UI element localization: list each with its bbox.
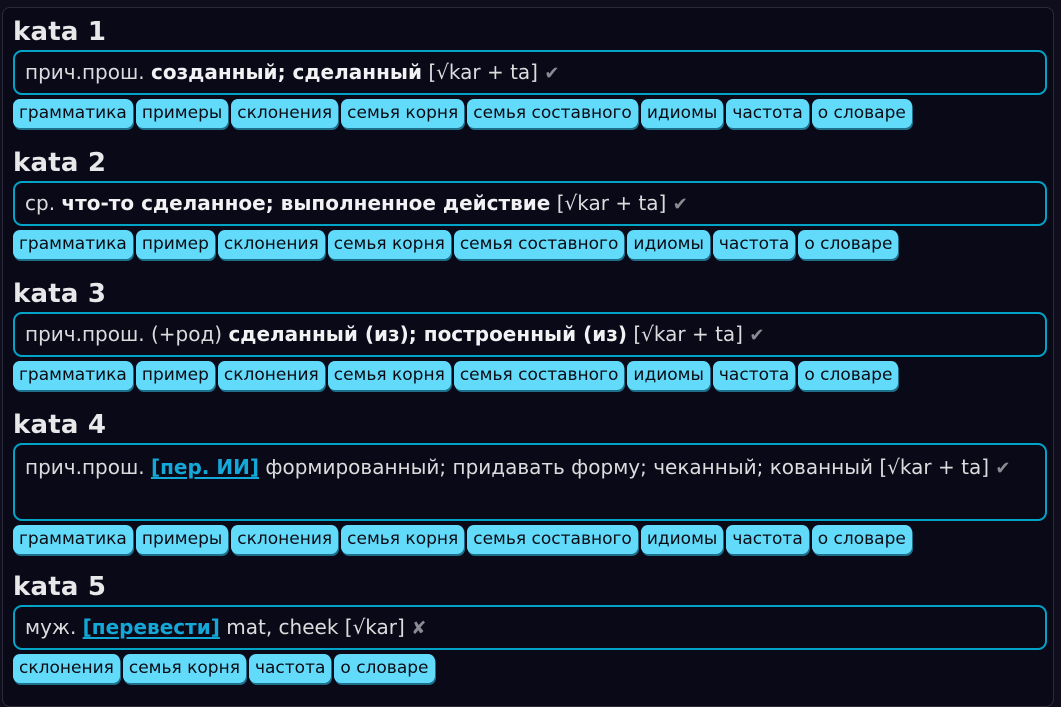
entry: kata 1 прич.прош. созданный; сделанный [… [13,17,1047,128]
frequency-button[interactable]: частота [726,99,809,128]
declensions-button[interactable]: склонения [217,361,325,390]
button-row: грамматика примеры склонения семья корня… [13,99,1047,128]
etymology: [√kar + ta] [627,322,750,346]
grammar-button[interactable]: грамматика [13,230,133,259]
about-dictionary-button[interactable]: о словаре [334,654,435,683]
grammar-button[interactable]: грамматика [13,525,133,554]
idioms-button[interactable]: идиомы [627,361,710,390]
headword: kata 4 [13,410,107,440]
meaning-text: формированный; придавать форму; чеканный… [259,455,996,479]
about-dictionary-button[interactable]: о словаре [811,525,912,554]
check-icon: ✔ [544,63,560,84]
grammar-button[interactable]: грамматика [13,99,133,128]
idioms-button[interactable]: идиомы [640,99,724,128]
check-icon: ✔ [672,194,688,215]
part-of-speech: муж. [25,615,83,639]
examples-button[interactable]: пример [135,361,215,390]
headword: kata 2 [13,148,107,178]
frequency-button[interactable]: частота [726,525,809,554]
grammar-button[interactable]: грамматика [13,361,133,390]
compound-family-button[interactable]: семья составного [467,525,638,554]
button-row: грамматика пример склонения семья корня … [13,361,1047,390]
headword: kata 5 [13,572,107,602]
definition-box: ср. что-то сделанное; выполненное действ… [13,181,1047,226]
root-family-button[interactable]: семья корня [341,525,465,554]
frequency-button[interactable]: частота [712,361,796,390]
meaning: созданный; сделанный [150,60,422,84]
declensions-button[interactable]: склонения [231,99,339,128]
meaning: что-то сделанное; выполненное действие [61,191,551,215]
entry: kata 2 ср. что-то сделанное; выполненное… [13,148,1047,259]
declensions-button[interactable]: склонения [13,654,120,683]
examples-button[interactable]: примеры [135,99,229,128]
part-of-speech: ср. [25,191,62,215]
compound-family-button[interactable]: семья составного [467,99,638,128]
translate-link[interactable]: [перевести] [83,615,220,639]
frequency-button[interactable]: частота [248,654,332,683]
part-of-speech: прич.прош. [25,455,151,479]
dictionary-panel: kata 1 прич.прош. созданный; сделанный [… [2,7,1054,707]
definition-box: прич.прош. (+род) сделанный (из); постро… [13,312,1047,357]
compound-family-button[interactable]: семья составного [453,230,625,259]
etymology: [√kar + ta] [421,60,545,84]
check-icon: ✔ [995,458,1011,479]
about-dictionary-button[interactable]: о словаре [798,230,899,259]
root-family-button[interactable]: семья корня [122,654,246,683]
meaning: сделанный (из); построенный (из) [228,322,627,346]
part-of-speech: прич.прош. (+род) [25,322,229,346]
button-row: склонения семья корня частота о словаре [13,654,1047,683]
definition-box: прич.прош. созданный; сделанный [√kar + … [13,50,1047,95]
etymology: [√kar + ta] [550,191,673,215]
ai-translation-link[interactable]: [пер. ИИ] [151,455,259,479]
examples-button[interactable]: пример [135,230,215,259]
about-dictionary-button[interactable]: о словаре [798,361,899,390]
entry: kata 3 прич.прош. (+род) сделанный (из);… [13,279,1047,390]
check-icon: ✔ [749,325,765,346]
headword: kata 1 [13,17,107,47]
idioms-button[interactable]: идиомы [640,525,724,554]
entry: kata 4 прич.прош. [пер. ИИ] формированны… [13,410,1047,554]
button-row: грамматика примеры склонения семья корня… [13,525,1047,554]
definition-box: муж. [перевести] mat, cheek [√kar] ✘ [13,605,1047,650]
part-of-speech: прич.прош. [25,60,151,84]
entry: kata 5 муж. [перевести] mat, cheek [√kar… [13,572,1047,683]
definition-box: прич.прош. [пер. ИИ] формированный; прид… [13,443,1047,521]
idioms-button[interactable]: идиомы [627,230,710,259]
compound-family-button[interactable]: семья составного [453,361,625,390]
declensions-button[interactable]: склонения [217,230,325,259]
button-row: грамматика пример склонения семья корня … [13,230,1047,259]
headword: kata 3 [13,279,107,309]
root-family-button[interactable]: семья корня [327,230,451,259]
meaning-text: mat, cheek [√kar] [219,615,412,639]
declensions-button[interactable]: склонения [231,525,339,554]
frequency-button[interactable]: частота [712,230,796,259]
cross-icon: ✘ [411,618,427,639]
root-family-button[interactable]: семья корня [327,361,451,390]
root-family-button[interactable]: семья корня [341,99,465,128]
about-dictionary-button[interactable]: о словаре [811,99,912,128]
examples-button[interactable]: примеры [135,525,229,554]
